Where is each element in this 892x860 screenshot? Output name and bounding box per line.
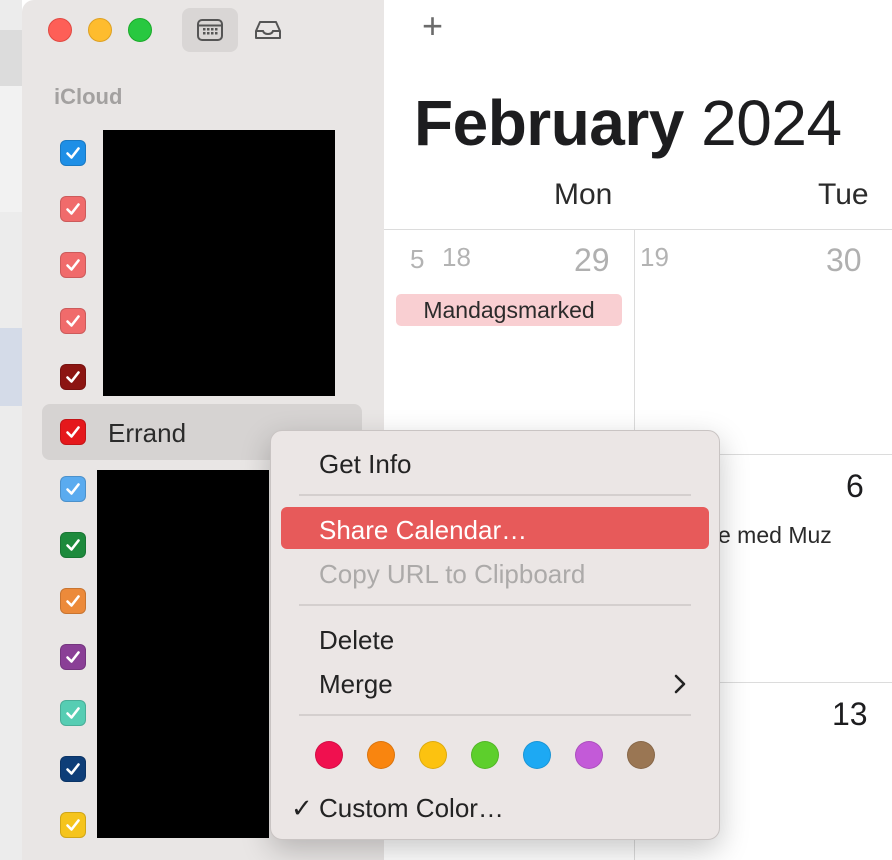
menu-item-delete[interactable]: Delete	[319, 625, 394, 656]
checkmark-icon	[66, 147, 80, 159]
menu-separator	[299, 494, 691, 496]
calendar-checkbox[interactable]	[60, 196, 86, 222]
week-number: 19	[640, 242, 669, 272]
background-window-toolbar	[0, 30, 22, 86]
menu-separator	[299, 714, 691, 716]
menu-item-get-info[interactable]: Get Info	[319, 449, 412, 480]
close-window-button[interactable]	[48, 18, 72, 42]
zoom-window-button[interactable]	[128, 18, 152, 42]
calendar-checkbox[interactable]	[60, 812, 86, 838]
menu-item-merge[interactable]: Merge	[319, 669, 393, 700]
month-title: February 2024	[414, 86, 842, 160]
calendar-checkbox[interactable]	[60, 364, 86, 390]
color-swatch-yellow[interactable]	[419, 741, 447, 769]
calendar-checkbox[interactable]	[60, 140, 86, 166]
calendar-checkbox[interactable]	[60, 644, 86, 670]
menu-item-share-calendar-label: Share Calendar…	[319, 515, 528, 545]
day-number-tue[interactable]: 30	[826, 242, 862, 279]
grid-line	[384, 229, 892, 230]
calendar-list-toggle-button[interactable]	[182, 8, 238, 52]
background-window-panel	[0, 86, 22, 212]
calendar-context-menu: Get Info Share Calendar… Copy URL to Cli…	[270, 430, 720, 840]
checkmark-icon	[66, 426, 80, 438]
redacted-calendar-names	[97, 470, 269, 838]
checkmark-icon	[66, 707, 80, 719]
color-swatch-purple[interactable]	[575, 741, 603, 769]
checkmark-icon	[66, 259, 80, 271]
color-swatch-brown[interactable]	[627, 741, 655, 769]
calendar-checkbox[interactable]	[60, 588, 86, 614]
calendar-label-errand: Errand	[108, 418, 187, 448]
chevron-right-icon	[674, 674, 686, 694]
calendar-checkbox[interactable]	[60, 476, 86, 502]
checkmark-icon	[66, 315, 80, 327]
menu-separator	[299, 604, 691, 606]
menu-item-custom-color[interactable]: Custom Color…	[319, 793, 504, 824]
color-swatch-blue[interactable]	[523, 741, 551, 769]
event-partial[interactable]: e med Muz	[718, 522, 832, 549]
inbox-button[interactable]	[240, 8, 296, 52]
checkmark-icon	[66, 539, 80, 551]
day-number-mon[interactable]: 29	[574, 242, 610, 279]
checkmark-icon	[66, 819, 80, 831]
event-mandagsmarked[interactable]: Mandagsmarked	[396, 294, 622, 326]
redacted-calendar-names	[103, 130, 335, 396]
checkmark-icon	[66, 651, 80, 663]
calendar-checkbox[interactable]	[60, 252, 86, 278]
checkmark-icon	[66, 595, 80, 607]
color-swatch-orange[interactable]	[367, 741, 395, 769]
checkmark-icon	[66, 371, 80, 383]
minimize-window-button[interactable]	[88, 18, 112, 42]
checkmark-icon	[66, 763, 80, 775]
calendar-checkbox[interactable]	[60, 532, 86, 558]
inbox-icon	[255, 21, 281, 39]
calendar-checkbox[interactable]	[60, 700, 86, 726]
week-number: 5	[410, 244, 425, 274]
calendar-icon	[197, 19, 223, 41]
month-name: February	[414, 87, 684, 159]
checkmark-icon	[66, 203, 80, 215]
weekday-header-mon: Mon	[554, 178, 613, 211]
icloud-section-header: iCloud	[54, 84, 123, 109]
calendar-checkbox[interactable]	[60, 308, 86, 334]
year: 2024	[701, 87, 842, 159]
checkmark-icon	[66, 483, 80, 495]
color-swatch-red[interactable]	[315, 741, 343, 769]
weekday-header-tue: Tue	[818, 178, 869, 211]
checkmark-icon: ✓	[291, 793, 313, 823]
background-window-selection	[0, 328, 22, 406]
background-window	[0, 0, 22, 860]
add-event-button[interactable]: +	[422, 8, 443, 44]
calendar-checkbox[interactable]	[60, 756, 86, 782]
menu-item-copy-url[interactable]: Copy URL to Clipboard	[319, 559, 585, 590]
errand-checkbox[interactable]	[60, 419, 86, 445]
week-number: 18	[442, 242, 471, 272]
color-swatch-green[interactable]	[471, 741, 499, 769]
day-number-tue[interactable]: 13	[832, 696, 868, 733]
day-number-tue[interactable]: 6	[846, 468, 864, 505]
